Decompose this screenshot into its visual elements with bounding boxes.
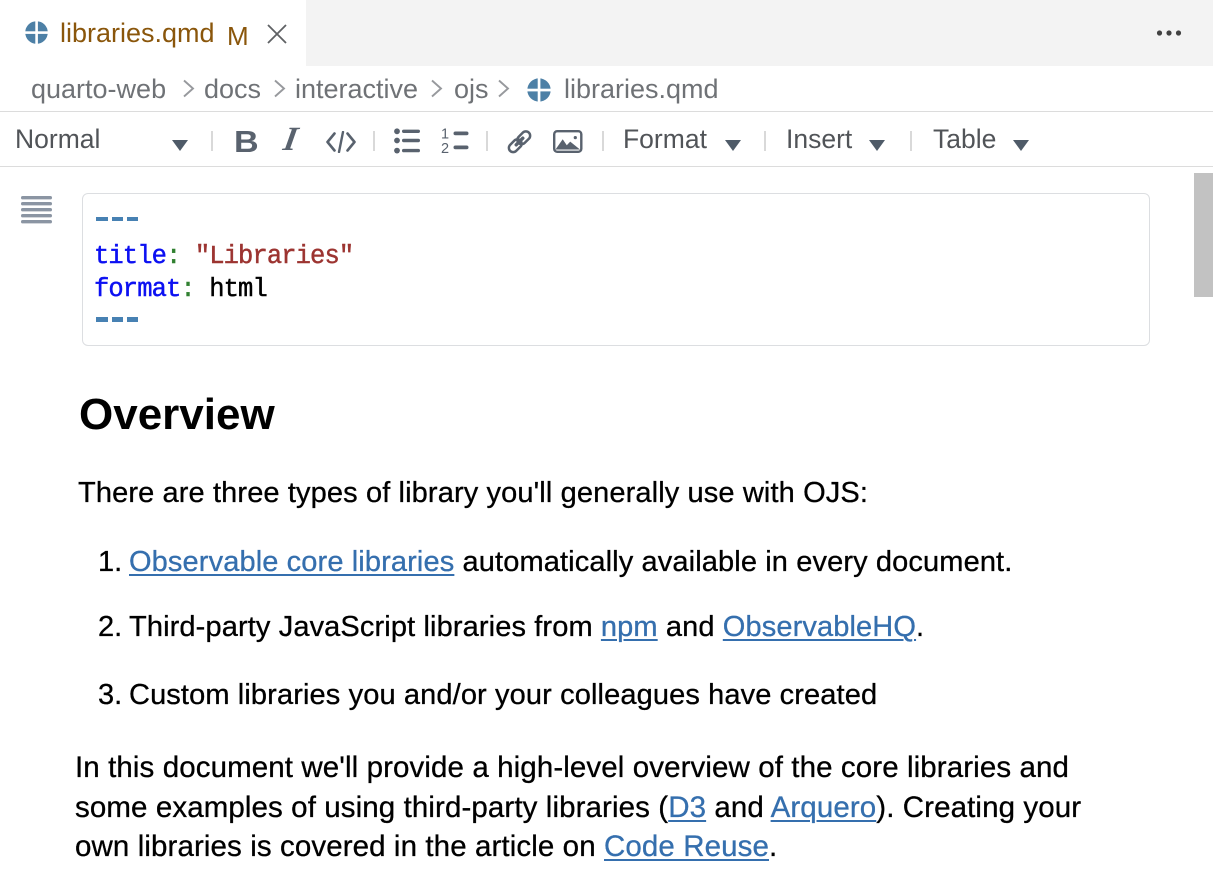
svg-text:2: 2 — [441, 141, 449, 155]
